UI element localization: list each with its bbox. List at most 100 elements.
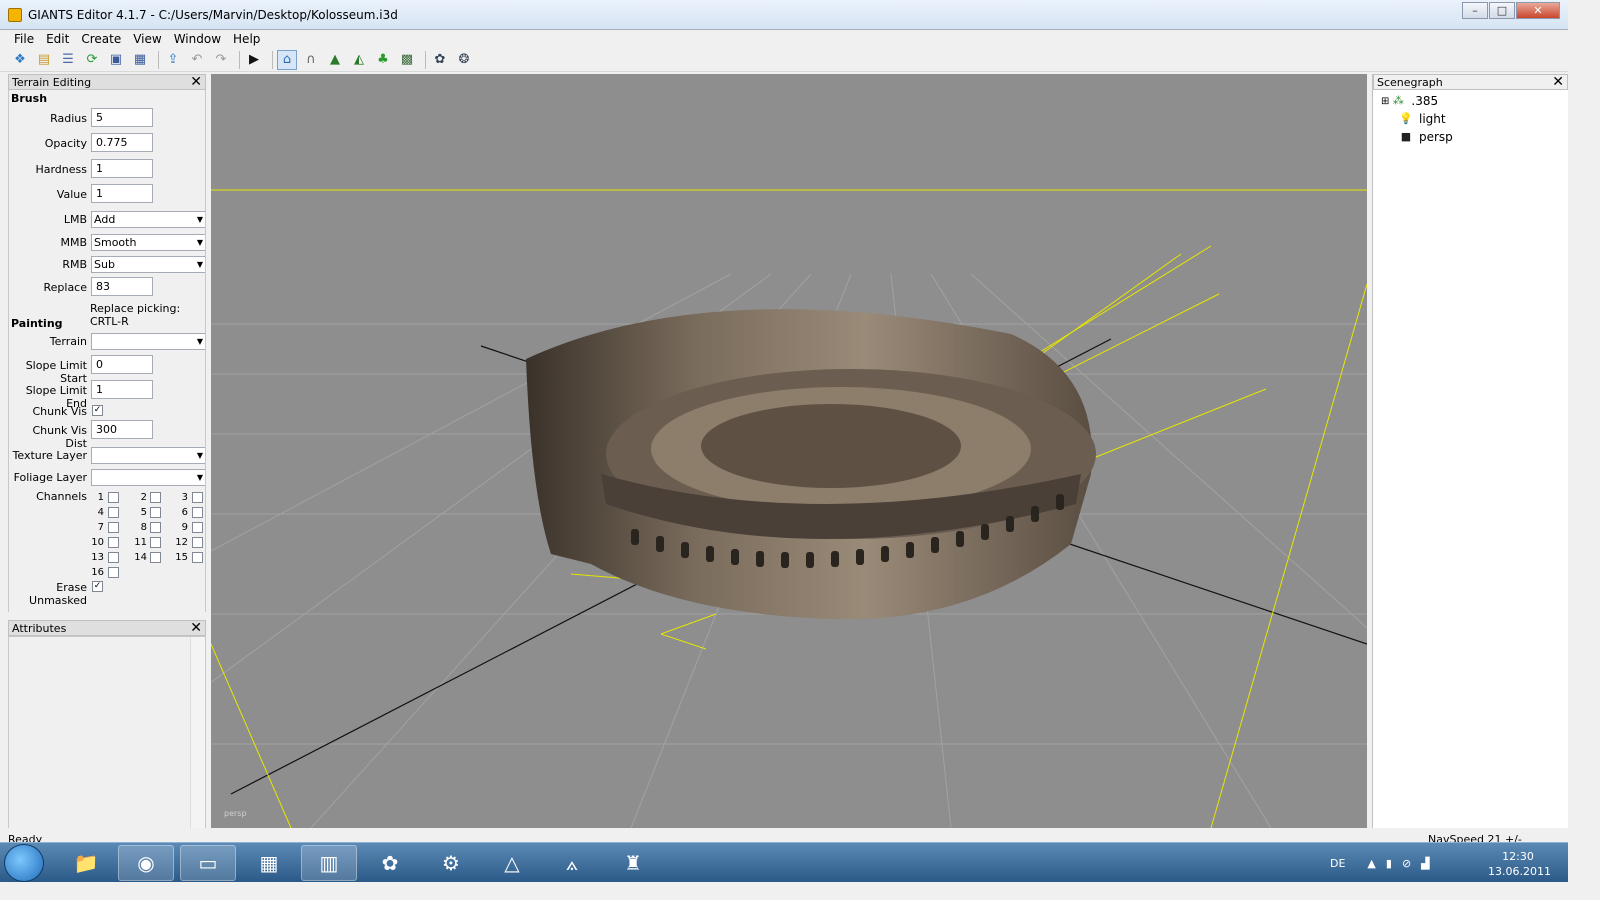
undo-icon[interactable]: ↶ xyxy=(187,50,207,70)
mmb-select[interactable]: Smooth ▼ xyxy=(91,234,205,251)
channel-label: 2 xyxy=(140,492,147,503)
channel-checkbox[interactable] xyxy=(192,552,203,563)
expand-icon[interactable]: ⊞ xyxy=(1381,96,1389,107)
scrollbar[interactable] xyxy=(190,637,205,845)
network-icon[interactable]: ⊘ xyxy=(1402,857,1411,870)
game-icon[interactable]: ♜ xyxy=(605,845,661,881)
magnet-icon[interactable]: ∩ xyxy=(301,50,321,70)
channel-checkbox[interactable] xyxy=(108,537,119,548)
tray-expand-icon[interactable]: ▲ xyxy=(1367,857,1375,870)
colosseum-model xyxy=(526,309,1096,620)
channel-checkbox[interactable] xyxy=(192,507,203,518)
redo-icon[interactable]: ↷ xyxy=(211,50,231,70)
slope-start-input[interactable]: 0 xyxy=(91,355,153,374)
terrain-icon[interactable]: ⌂ xyxy=(277,49,297,70)
minimize-button[interactable]: – xyxy=(1462,2,1488,19)
usb-icon[interactable]: ▮ xyxy=(1386,857,1392,870)
status-bar: Ready NavSpeed 21 +/- xyxy=(0,828,1568,846)
explorer-icon[interactable]: 📁 xyxy=(58,845,114,881)
channel-label: 5 xyxy=(140,507,147,518)
channel-checkbox[interactable] xyxy=(108,522,119,533)
import-icon[interactable]: ⇪ xyxy=(163,50,183,70)
chevron-down-icon: ▼ xyxy=(196,260,203,269)
volume-icon[interactable]: ▟ xyxy=(1421,857,1429,870)
close-icon[interactable]: ✕ xyxy=(1552,75,1564,89)
menu-create[interactable]: Create xyxy=(75,32,127,46)
menu-view[interactable]: View xyxy=(127,32,167,46)
channel-label: 4 xyxy=(97,507,104,518)
tree-item-root[interactable]: ⊞ ⁂ .385 xyxy=(1381,94,1438,108)
menu-help[interactable]: Help xyxy=(227,32,266,46)
channel-checkbox[interactable] xyxy=(150,552,161,563)
settings-alt-icon[interactable]: ❂ xyxy=(454,50,474,70)
close-icon[interactable]: ✕ xyxy=(190,75,202,89)
new-icon[interactable]: ❖ xyxy=(10,50,30,70)
close-icon[interactable]: ✕ xyxy=(190,621,202,635)
rmb-select[interactable]: Sub ▼ xyxy=(91,256,205,273)
hardness-input[interactable]: 1 xyxy=(91,159,153,178)
save-all-icon[interactable]: ▦ xyxy=(130,50,150,70)
texture-icon[interactable]: ▩ xyxy=(397,50,417,70)
foliage-layer-label: Foliage Layer xyxy=(13,471,87,484)
title-bar[interactable]: GIANTS Editor 4.1.7 - C:/Users/Marvin/De… xyxy=(0,0,1568,30)
menu-window[interactable]: Window xyxy=(168,32,227,46)
open-icon[interactable]: ▤ xyxy=(34,50,54,70)
list-icon[interactable]: ☰ xyxy=(58,50,78,70)
play-icon[interactable]: ▶ xyxy=(244,50,264,70)
lmb-select[interactable]: Add ▼ xyxy=(91,211,205,228)
value-input[interactable]: 1 xyxy=(91,184,153,203)
winrar-icon[interactable]: ▥ xyxy=(301,845,357,881)
clock[interactable]: 12:30 13.06.2011 xyxy=(1488,849,1551,879)
channel-checkbox[interactable] xyxy=(192,522,203,533)
terrain-select[interactable]: ▼ xyxy=(91,333,205,350)
firefox-icon[interactable]: ◉ xyxy=(118,845,174,881)
channel-checkbox[interactable] xyxy=(192,537,203,548)
chunk-vis-dist-input[interactable]: 300 xyxy=(91,420,153,439)
close-button[interactable]: ✕ xyxy=(1516,2,1560,19)
tractor-icon[interactable]: ⚙ xyxy=(423,845,479,881)
save-icon[interactable]: ▣ xyxy=(106,50,126,70)
chevron-down-icon: ▼ xyxy=(196,337,203,346)
slope-end-input[interactable]: 1 xyxy=(91,380,153,399)
foliage-icon[interactable]: ♣ xyxy=(373,50,393,70)
lmb-value: Add xyxy=(94,213,116,226)
menu-edit[interactable]: Edit xyxy=(40,32,75,46)
tree-item-light[interactable]: 💡 light xyxy=(1399,112,1445,126)
settings-icon[interactable]: ✿ xyxy=(430,50,450,70)
channel-checkbox[interactable] xyxy=(150,522,161,533)
opacity-input[interactable]: 0.775 xyxy=(91,133,153,152)
channel-checkbox[interactable] xyxy=(150,537,161,548)
giants-editor-icon[interactable]: ▭ xyxy=(180,845,236,881)
toolbar-separator xyxy=(272,50,273,69)
attributes-panel xyxy=(8,636,206,846)
texture-layer-select[interactable]: ▼ xyxy=(91,447,205,464)
3d-viewport[interactable]: persp xyxy=(211,74,1367,828)
replace-input[interactable]: 83 xyxy=(91,277,153,296)
chunk-vis-dist-label: Chunk Vis Dist xyxy=(32,424,87,450)
channel-checkbox[interactable] xyxy=(150,507,161,518)
channel-checkbox[interactable] xyxy=(108,567,119,578)
start-button[interactable] xyxy=(4,844,44,882)
channel-label: 16 xyxy=(91,567,104,578)
terrain-paint-icon[interactable]: ▲ xyxy=(325,50,345,70)
channel-checkbox[interactable] xyxy=(108,507,119,518)
erase-unmasked-checkbox[interactable]: ✓ xyxy=(92,581,103,592)
tree-item-persp[interactable]: ■ persp xyxy=(1399,130,1453,144)
clock-time: 12:30 xyxy=(1502,850,1534,863)
refresh-icon[interactable]: ⟳ xyxy=(82,50,102,70)
language-indicator[interactable]: DE xyxy=(1330,857,1345,870)
radius-input[interactable]: 5 xyxy=(91,108,153,127)
channel-checkbox[interactable] xyxy=(150,492,161,503)
assassin-icon[interactable]: △ xyxy=(484,845,540,881)
assassin-logo-icon[interactable]: ⟑ xyxy=(544,845,600,881)
chunk-vis-checkbox[interactable]: ✓ xyxy=(92,405,103,416)
maximize-button[interactable]: □ xyxy=(1489,2,1515,19)
channel-checkbox[interactable] xyxy=(108,552,119,563)
channel-checkbox[interactable] xyxy=(108,492,119,503)
menu-file[interactable]: File xyxy=(8,32,40,46)
calendar-icon[interactable]: ▦ xyxy=(241,845,297,881)
icq-icon[interactable]: ✿ xyxy=(362,845,418,881)
channel-checkbox[interactable] xyxy=(192,492,203,503)
terrain-raise-icon[interactable]: ◭ xyxy=(349,50,369,70)
foliage-layer-select[interactable]: ▼ xyxy=(91,469,205,486)
